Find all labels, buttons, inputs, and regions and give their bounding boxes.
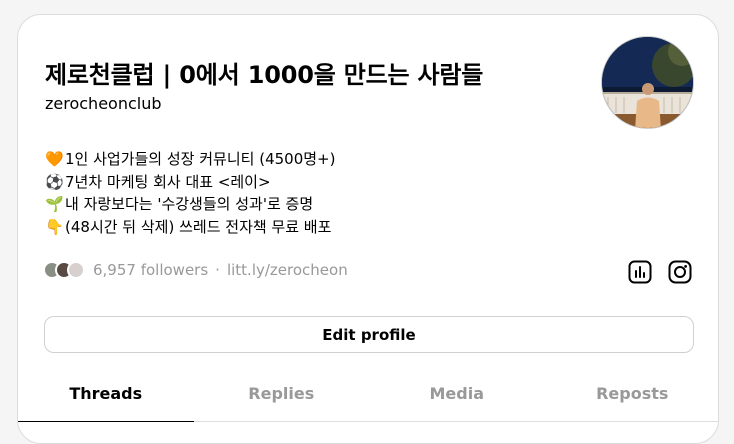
soccer-ball-icon: ⚽ <box>45 172 64 191</box>
tab-media[interactable]: Media <box>369 377 545 421</box>
edit-profile-button[interactable]: Edit profile <box>44 316 694 353</box>
seedling-icon: 🌱 <box>45 195 64 213</box>
pointing-down-icon: 👇 <box>45 217 64 236</box>
avatar[interactable] <box>601 36 694 129</box>
bio-line: 🧡1인 사업가들의 성장 커뮤니티 (4500명+) <box>45 148 335 171</box>
profile-meta: 6,957 followers · litt.ly/zerocheon <box>43 261 348 279</box>
instagram-icon[interactable] <box>668 260 692 284</box>
followers-count[interactable]: 6,957 followers <box>93 261 208 279</box>
bar-chart-icon[interactable] <box>628 260 652 284</box>
profile-bio: 🧡1인 사업가들의 성장 커뮤니티 (4500명+) ⚽7년차 마케팅 회사 대… <box>45 148 335 238</box>
profile-name: 제로천클럽 | 0에서 1000을 만드는 사람들 <box>45 61 484 89</box>
follower-avatar <box>67 261 85 279</box>
tab-replies[interactable]: Replies <box>194 377 370 421</box>
avatar-image <box>602 37 693 128</box>
tab-threads[interactable]: Threads <box>18 377 194 422</box>
bio-line: ⚽7년차 마케팅 회사 대표 <레이> <box>45 171 335 194</box>
profile-handle[interactable]: zerocheonclub <box>45 94 162 113</box>
tab-reposts[interactable]: Reposts <box>545 377 719 421</box>
profile-tabs: Threads Replies Media Reposts <box>18 377 719 422</box>
profile-link[interactable]: litt.ly/zerocheon <box>227 261 348 279</box>
separator: · <box>215 261 220 279</box>
bio-line: 🌱내 자랑보다는 '수강생들의 성과'로 증명 <box>45 193 335 216</box>
follower-avatars[interactable] <box>43 261 85 279</box>
profile-card: 제로천클럽 | 0에서 1000을 만드는 사람들 zerocheonclub … <box>17 14 719 444</box>
heart-icon: 🧡 <box>45 150 64 168</box>
bio-line: 👇(48시간 뒤 삭제) 쓰레드 전자책 무료 배포 <box>45 216 335 239</box>
